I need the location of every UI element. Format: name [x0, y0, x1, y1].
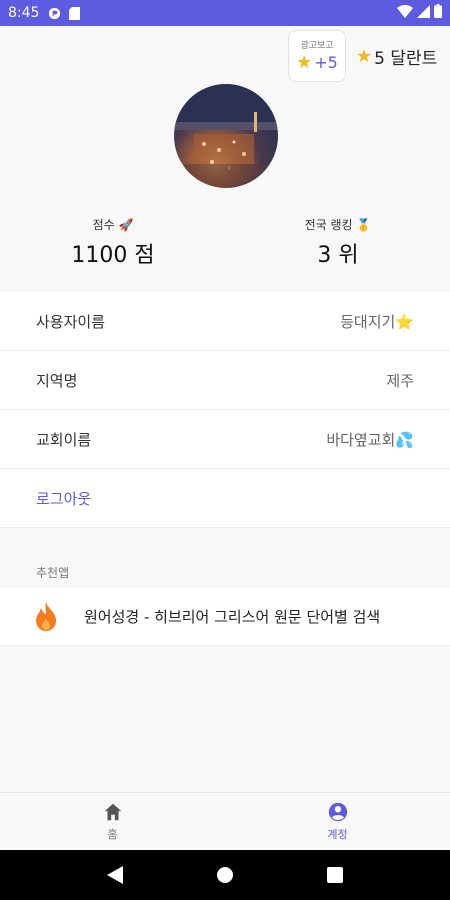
- region-value: 제주: [386, 371, 414, 390]
- avatar[interactable]: [174, 84, 278, 188]
- star-icon: ★: [296, 51, 313, 73]
- system-nav-bar: [0, 850, 450, 900]
- pocket-icon: [47, 6, 61, 20]
- wifi-icon: [397, 4, 413, 22]
- talent-balance: ★ 5 달란트: [356, 44, 437, 69]
- church-row[interactable]: 교회이름 바다옆교회💦: [0, 410, 450, 469]
- nav-account-label: 계정: [327, 828, 348, 841]
- nav-home-label: 홈: [107, 828, 118, 841]
- score-value: 1100 점: [71, 243, 155, 268]
- watch-ad-button[interactable]: 광고보고 ★ +5: [288, 30, 346, 82]
- recents-icon[interactable]: [327, 867, 344, 883]
- rank-value: 3 위: [317, 243, 359, 268]
- username-label: 사용자이름: [36, 312, 106, 331]
- church-value: 바다옆교회💦: [326, 430, 414, 449]
- logout-button[interactable]: 로그아웃: [0, 469, 450, 528]
- home-button-icon[interactable]: [216, 866, 234, 884]
- recommended-section-label: 추천앱: [36, 566, 70, 580]
- bottom-nav: 홈 계정: [0, 792, 450, 850]
- score-label: 점수 🚀: [92, 218, 134, 232]
- flame-icon: [36, 601, 56, 631]
- battery-icon: [434, 4, 442, 22]
- signal-icon: [417, 4, 430, 22]
- status-time: 8:45: [8, 5, 40, 21]
- watch-ad-label: 광고보고: [300, 41, 334, 51]
- account-info-list: 사용자이름 등대지기⭐ 지역명 제주 교회이름 바다옆교회💦 로그아웃: [0, 292, 450, 528]
- nav-account[interactable]: 계정: [225, 793, 450, 850]
- profile-header: 광고보고 ★ +5 ★ 5 달란트 점수 🚀 1100 점 전국 랭킹 🥇 3: [0, 26, 450, 292]
- username-row[interactable]: 사용자이름 등대지기⭐: [0, 292, 450, 351]
- church-label: 교회이름: [36, 430, 92, 449]
- username-value: 등대지기⭐: [340, 312, 414, 331]
- home-icon: [104, 803, 121, 821]
- talent-label: 5 달란트: [374, 49, 438, 69]
- sd-card-icon: [67, 6, 81, 20]
- logout-label: 로그아웃: [36, 489, 92, 508]
- rank-stat: 전국 랭킹 🥇 3 위: [268, 216, 408, 269]
- region-label: 지역명: [36, 371, 78, 390]
- star-icon: ★: [356, 45, 373, 67]
- recommended-app-title: 원어성경 - 히브리어 그리스어 원문 단어별 검색: [84, 608, 381, 626]
- status-bar: 8:45: [0, 0, 450, 26]
- ad-reward-amount: +5: [314, 53, 338, 72]
- back-icon[interactable]: [106, 866, 123, 884]
- rank-label: 전국 랭킹 🥇: [304, 218, 372, 232]
- account-icon: [328, 802, 347, 822]
- nav-home[interactable]: 홈: [0, 793, 225, 850]
- score-stat: 점수 🚀 1100 점: [43, 216, 183, 269]
- region-row[interactable]: 지역명 제주: [0, 351, 450, 410]
- recommended-app-item[interactable]: 원어성경 - 히브리어 그리스어 원문 단어별 검색: [0, 588, 450, 646]
